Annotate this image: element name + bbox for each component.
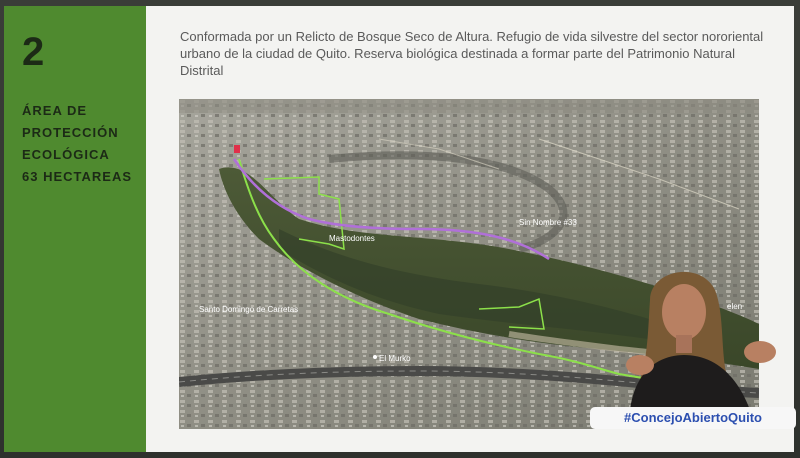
- hashtag-banner: #ConcejoAbiertoQuito: [590, 407, 796, 429]
- area-title-line: 63 HECTAREAS: [22, 169, 133, 184]
- map-label-nombre: Sin Nombre #33: [519, 218, 577, 227]
- area-title-line: PROTECCIÓN: [22, 125, 119, 140]
- area-title-line: ECOLÓGICA: [22, 147, 110, 162]
- map-label-santo-domingo: Santo Domingo de Carretas: [199, 305, 298, 314]
- area-title-line: ÁREA DE: [22, 103, 88, 118]
- map-pin-icon: [373, 355, 377, 359]
- slide-description: Conformada por un Relicto de Bosque Seco…: [180, 29, 764, 78]
- map-label-el-murko: El Murko: [379, 354, 411, 363]
- slide-number: 2: [22, 30, 45, 74]
- area-title: ÁREA DE PROTECCIÓN ECOLÓGICA 63 HECTAREA…: [22, 100, 142, 188]
- map-label-mastodontes: Mastodontes: [329, 234, 375, 243]
- sign-language-interpreter: [626, 271, 776, 410]
- slide-sidebar: 2 ÁREA DE PROTECCIÓN ECOLÓGICA 63 HECTAR…: [4, 6, 146, 452]
